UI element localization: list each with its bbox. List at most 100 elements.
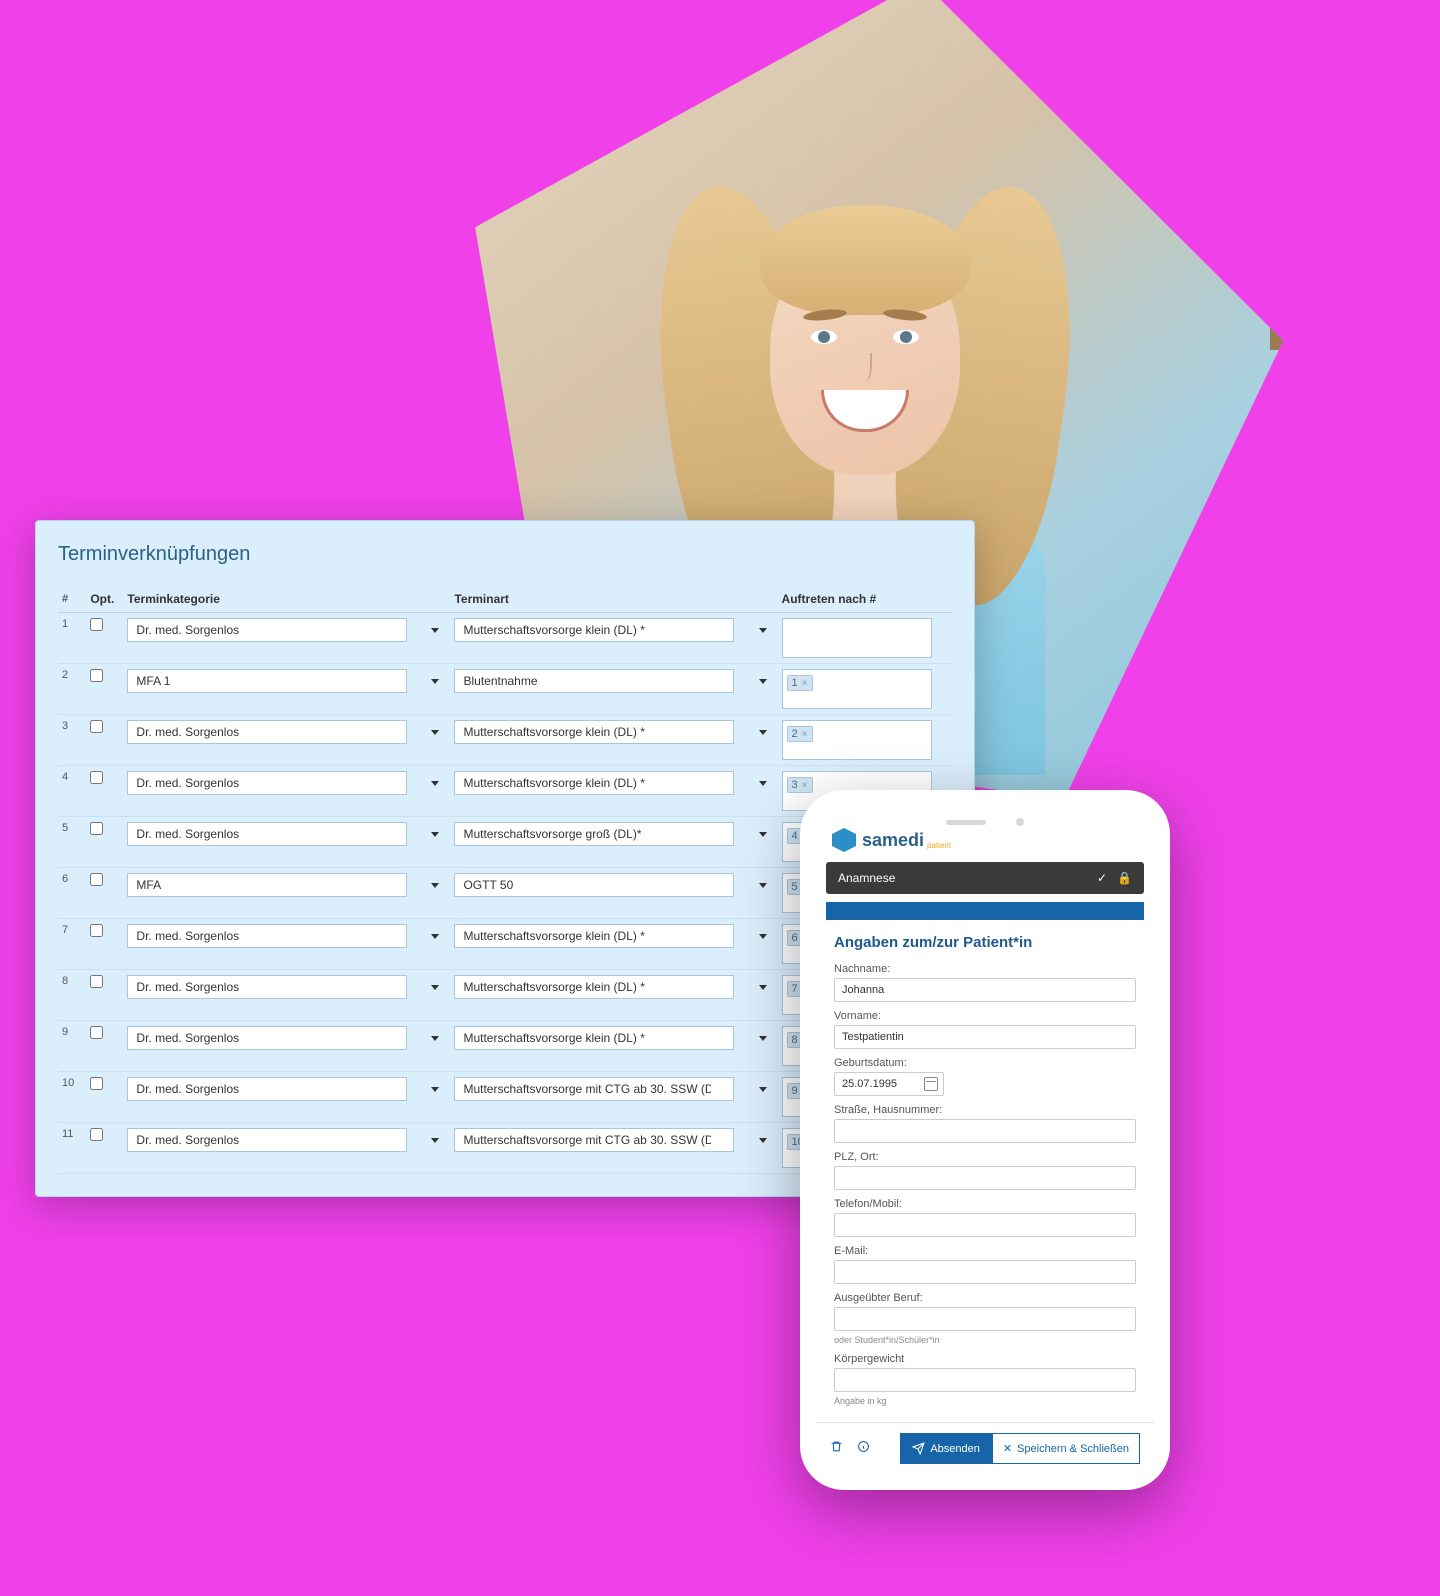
category-select[interactable]: Dr. med. Sorgenlos <box>127 1128 407 1152</box>
col-num: # <box>58 586 86 613</box>
col-opt: Opt. <box>86 586 123 613</box>
info-icon[interactable] <box>857 1440 870 1458</box>
nachname-label: Nachname: <box>834 963 1136 975</box>
plz-label: PLZ, Ort: <box>834 1151 1136 1163</box>
category-select[interactable]: Dr. med. Sorgenlos <box>127 1026 407 1050</box>
send-button-label: Absenden <box>930 1443 980 1455</box>
form-section-title: Angaben zum/zur Patient*in <box>834 934 1136 951</box>
after-tag[interactable]: 2× <box>787 726 813 742</box>
accent-band <box>826 902 1144 920</box>
phone-mockup: samedi patient Anamnese ✓ 🔒 Angaben zum/… <box>800 790 1170 1490</box>
gewicht-input[interactable] <box>834 1368 1136 1392</box>
row-num: 3 <box>58 715 86 766</box>
check-icon[interactable]: ✓ <box>1097 871 1107 885</box>
type-select[interactable]: Mutterschaftsvorsorge klein (DL) * <box>454 771 734 795</box>
email-label: E-Mail: <box>834 1245 1136 1257</box>
type-select[interactable]: Mutterschaftsvorsorge klein (DL) * <box>454 1026 734 1050</box>
type-select[interactable]: Mutterschaftsvorsorge mit CTG ab 30. SSW… <box>454 1077 734 1101</box>
row-num: 4 <box>58 766 86 817</box>
row-num: 5 <box>58 817 86 868</box>
form-title-bar[interactable]: Anamnese ✓ 🔒 <box>826 862 1144 894</box>
row-num: 8 <box>58 970 86 1021</box>
type-select[interactable]: Mutterschaftsvorsorge mit CTG ab 30. SSW… <box>454 1128 734 1152</box>
plz-input[interactable] <box>834 1166 1136 1190</box>
form-bar-title: Anamnese <box>838 871 895 885</box>
col-category: Terminkategorie <box>123 586 450 613</box>
geburt-label: Geburtsdatum: <box>834 1057 1136 1069</box>
after-box[interactable] <box>782 618 932 658</box>
panel-title: Terminverknüpfungen <box>58 543 952 566</box>
category-select[interactable]: Dr. med. Sorgenlos <box>127 618 407 642</box>
phone-footer: Absenden ✕ Speichern & Schließen <box>816 1422 1154 1474</box>
beruf-label: Ausgeübter Beruf: <box>834 1292 1136 1304</box>
tag-remove-icon[interactable]: × <box>802 678 808 689</box>
vorname-label: Vorname: <box>834 1010 1136 1022</box>
type-select[interactable]: OGTT 50 <box>454 873 734 897</box>
gewicht-hint: Angabe in kg <box>834 1396 1136 1406</box>
opt-checkbox[interactable] <box>90 1026 103 1039</box>
after-box[interactable]: 2× <box>782 720 932 760</box>
save-close-button[interactable]: ✕ Speichern & Schließen <box>992 1433 1140 1464</box>
telefon-input[interactable] <box>834 1213 1136 1237</box>
gewicht-label: Körpergewicht <box>834 1353 1136 1365</box>
brand-logo-icon <box>832 828 856 852</box>
opt-checkbox[interactable] <box>90 873 103 886</box>
vorname-input[interactable] <box>834 1025 1136 1049</box>
category-select[interactable]: Dr. med. Sorgenlos <box>127 1077 407 1101</box>
row-num: 11 <box>58 1123 86 1174</box>
category-select[interactable]: Dr. med. Sorgenlos <box>127 924 407 948</box>
opt-checkbox[interactable] <box>90 1128 103 1141</box>
opt-checkbox[interactable] <box>90 669 103 682</box>
table-row: 3 Dr. med. Sorgenlos Mutterschaftsvorsor… <box>58 715 952 766</box>
opt-checkbox[interactable] <box>90 618 103 631</box>
type-select[interactable]: Mutterschaftsvorsorge groß (DL)* <box>454 822 734 846</box>
after-tag[interactable]: 1× <box>787 675 813 691</box>
beruf-input[interactable] <box>834 1307 1136 1331</box>
opt-checkbox[interactable] <box>90 975 103 988</box>
brand-name: samedi <box>862 830 924 851</box>
row-num: 10 <box>58 1072 86 1123</box>
phone-notch <box>930 812 1040 832</box>
strasse-label: Straße, Hausnummer: <box>834 1104 1136 1116</box>
tag-remove-icon[interactable]: × <box>802 780 808 791</box>
type-select[interactable]: Mutterschaftsvorsorge klein (DL) * <box>454 924 734 948</box>
send-button[interactable]: Absenden <box>900 1433 992 1464</box>
brand-sub: patient <box>927 841 951 850</box>
type-select[interactable]: Blutentnahme <box>454 669 734 693</box>
telefon-label: Telefon/Mobil: <box>834 1198 1136 1210</box>
opt-checkbox[interactable] <box>90 1077 103 1090</box>
row-num: 2 <box>58 664 86 715</box>
calendar-icon[interactable] <box>924 1077 938 1091</box>
beruf-hint: oder Student*in/Schüler*in <box>834 1335 1136 1345</box>
tag-remove-icon[interactable]: × <box>802 729 808 740</box>
category-select[interactable]: Dr. med. Sorgenlos <box>127 975 407 999</box>
category-select[interactable]: MFA 1 <box>127 669 407 693</box>
col-after: Auftreten nach # <box>778 586 952 613</box>
lock-icon: 🔒 <box>1117 871 1132 885</box>
opt-checkbox[interactable] <box>90 771 103 784</box>
nachname-input[interactable] <box>834 978 1136 1002</box>
category-select[interactable]: Dr. med. Sorgenlos <box>127 720 407 744</box>
table-row: 2 MFA 1 Blutentnahme 1× <box>58 664 952 715</box>
close-icon: ✕ <box>1003 1442 1012 1455</box>
trash-icon[interactable] <box>830 1440 843 1458</box>
row-num: 6 <box>58 868 86 919</box>
row-num: 9 <box>58 1021 86 1072</box>
type-select[interactable]: Mutterschaftsvorsorge klein (DL) * <box>454 720 734 744</box>
opt-checkbox[interactable] <box>90 720 103 733</box>
email-input[interactable] <box>834 1260 1136 1284</box>
after-box[interactable]: 1× <box>782 669 932 709</box>
category-select[interactable]: Dr. med. Sorgenlos <box>127 822 407 846</box>
category-select[interactable]: MFA <box>127 873 407 897</box>
col-type: Terminart <box>450 586 777 613</box>
opt-checkbox[interactable] <box>90 822 103 835</box>
table-row: 1 Dr. med. Sorgenlos Mutterschaftsvorsor… <box>58 613 952 664</box>
type-select[interactable]: Mutterschaftsvorsorge klein (DL) * <box>454 975 734 999</box>
opt-checkbox[interactable] <box>90 924 103 937</box>
after-tag[interactable]: 3× <box>787 777 813 793</box>
strasse-input[interactable] <box>834 1119 1136 1143</box>
save-button-label: Speichern & Schließen <box>1017 1443 1129 1455</box>
row-num: 7 <box>58 919 86 970</box>
category-select[interactable]: Dr. med. Sorgenlos <box>127 771 407 795</box>
type-select[interactable]: Mutterschaftsvorsorge klein (DL) * <box>454 618 734 642</box>
